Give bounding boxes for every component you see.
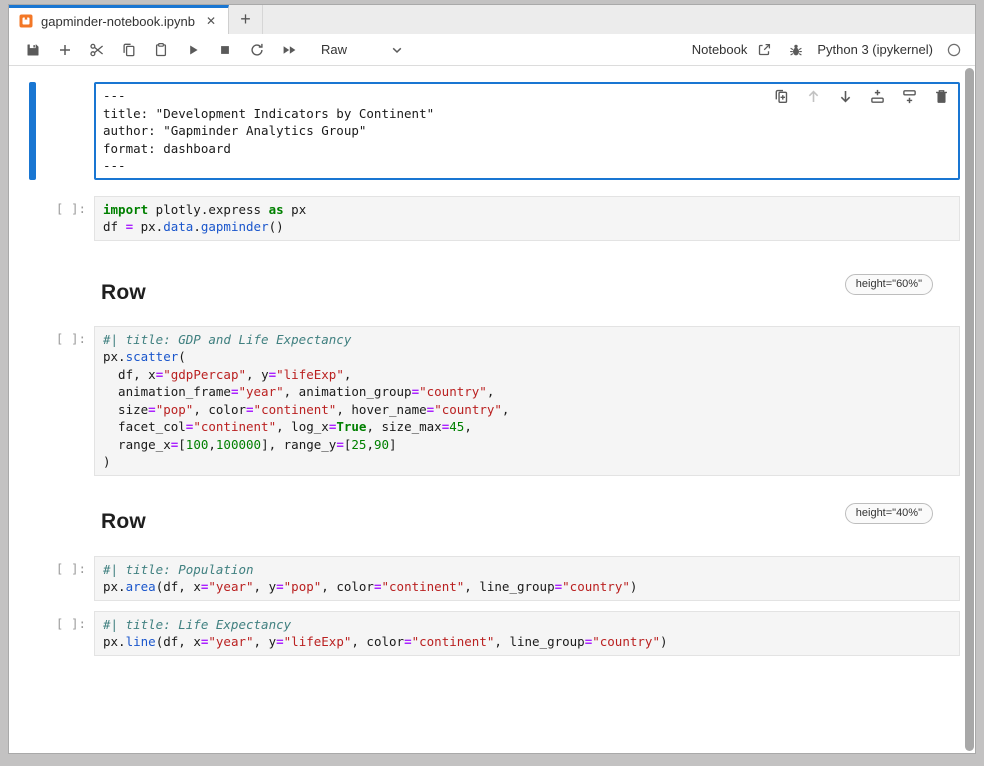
code-line: px.area(df, x="year", y="pop", color="co…: [103, 578, 955, 596]
cut-cells-button[interactable]: [83, 38, 111, 62]
arrow-down-icon: [837, 88, 854, 110]
run-cell-button[interactable]: [179, 38, 207, 62]
restart-icon: [249, 42, 265, 58]
kernel-name[interactable]: Python 3 (ipykernel): [817, 42, 933, 57]
cell-editor[interactable]: --- title: "Development Indicators by Con…: [94, 82, 960, 180]
markdown-cell-rendered: Row height="40%": [101, 503, 933, 534]
stop-icon: [217, 42, 233, 58]
add-icon: [57, 42, 73, 58]
height-attribute-badge: height="60%": [845, 274, 933, 295]
height-attribute-badge: height="40%": [845, 503, 933, 524]
cell-input-prompt: [ ]:: [9, 556, 94, 601]
debugger-bug-icon[interactable]: [785, 39, 807, 61]
code-line: px.scatter(: [103, 348, 955, 366]
move-cell-up-button: [805, 90, 822, 107]
cell-input-prompt: [ ]:: [9, 196, 94, 241]
cell-editor[interactable]: import plotly.express as pxdf = px.data.…: [94, 196, 960, 241]
vertical-scrollbar[interactable]: [964, 66, 975, 753]
move-cell-down-button[interactable]: [837, 90, 854, 107]
cell-editor[interactable]: #| title: Populationpx.area(df, x="year"…: [94, 556, 960, 601]
notebook-file-icon: [18, 13, 34, 29]
duplicate-cell-button[interactable]: [773, 90, 790, 107]
fast-forward-icon: [281, 42, 297, 58]
cell-input-prompt: [9, 82, 94, 180]
kernel-status-icon[interactable]: [943, 39, 965, 61]
code-line: px.line(df, x="year", y="lifeExp", color…: [103, 633, 955, 651]
row-heading: Row: [101, 503, 146, 534]
code-line: #| title: Population: [103, 561, 955, 579]
toolbar-right-group: Notebook Python 3 (ipykernel): [692, 39, 965, 61]
code-line: title: "Development Indicators by Contin…: [103, 105, 954, 123]
cell-toolbar: [773, 90, 950, 107]
code-line: animation_frame="year", animation_group=…: [103, 383, 955, 401]
duplicate-icon: [773, 88, 790, 110]
insert-below-icon: [901, 88, 918, 110]
code-line: facet_col="continent", log_x=True, size_…: [103, 418, 955, 436]
cell-type-dropdown[interactable]: Raw: [321, 42, 405, 58]
trash-icon: [933, 88, 950, 110]
jupyterlab-window: gapminder-notebook.ipynb ✕ + Raw Noteboo…: [8, 4, 976, 754]
run-icon: [185, 42, 201, 58]
paste-cells-button[interactable]: [147, 38, 175, 62]
restart-kernel-button[interactable]: [243, 38, 271, 62]
notebook-toolbar: Raw Notebook Python 3 (ipykernel): [9, 34, 975, 66]
tab-close-icon[interactable]: ✕: [204, 13, 218, 29]
restart-run-all-button[interactable]: [275, 38, 303, 62]
tab-gapminder-notebook[interactable]: gapminder-notebook.ipynb ✕: [9, 5, 229, 34]
code-cell: [ ]:#| title: Populationpx.area(df, x="y…: [9, 556, 960, 601]
chevron-down-icon: [389, 42, 405, 58]
raw-cell: --- title: "Development Indicators by Con…: [9, 82, 960, 180]
paste-icon: [153, 42, 169, 58]
code-cell: [ ]:#| title: Life Expectancypx.line(df,…: [9, 611, 960, 656]
cell-editor[interactable]: #| title: Life Expectancypx.line(df, x="…: [94, 611, 960, 656]
insert-above-icon: [869, 88, 886, 110]
open-in-new-window-button[interactable]: [753, 39, 775, 61]
code-cell: [ ]:#| title: GDP and Life Expectancypx.…: [9, 326, 960, 476]
markdown-cell-rendered: Row height="60%": [101, 274, 933, 305]
copy-icon: [121, 42, 137, 58]
code-line: #| title: GDP and Life Expectancy: [103, 331, 955, 349]
code-line: author: "Gapminder Analytics Group": [103, 122, 954, 140]
save-notebook-button[interactable]: [19, 38, 47, 62]
delete-cell-button[interactable]: [933, 90, 950, 107]
code-line: size="pop", color="continent", hover_nam…: [103, 401, 955, 419]
code-line: format: dashboard: [103, 140, 954, 158]
scrollbar-thumb[interactable]: [965, 68, 974, 751]
arrow-up-icon: [805, 88, 822, 110]
save-icon: [25, 42, 41, 58]
cell-type-value: Raw: [321, 42, 347, 57]
code-line: ---: [103, 157, 954, 175]
insert-cell-below-button[interactable]: [901, 90, 918, 107]
insert-cell-button[interactable]: [51, 38, 79, 62]
cell-input-prompt: [ ]:: [9, 611, 94, 656]
copy-cells-button[interactable]: [115, 38, 143, 62]
interrupt-kernel-button[interactable]: [211, 38, 239, 62]
cell-editor[interactable]: #| title: GDP and Life Expectancypx.scat…: [94, 326, 960, 476]
notebook-mode-label: Notebook: [692, 42, 748, 57]
tab-bar: gapminder-notebook.ipynb ✕ +: [9, 5, 975, 34]
cell-input-prompt: [ ]:: [9, 326, 94, 476]
row-heading: Row: [101, 274, 146, 305]
code-line: df, x="gdpPercap", y="lifeExp",: [103, 366, 955, 384]
code-line: range_x=[100,100000], range_y=[25,90]: [103, 436, 955, 454]
window-frame: gapminder-notebook.ipynb ✕ + Raw Noteboo…: [0, 0, 984, 766]
notebook-panel: --- title: "Development Indicators by Con…: [9, 66, 975, 753]
active-cell-indicator[interactable]: [29, 82, 36, 180]
code-line: df = px.data.gapminder(): [103, 218, 955, 236]
insert-cell-above-button[interactable]: [869, 90, 886, 107]
cut-icon: [89, 42, 105, 58]
new-tab-button[interactable]: +: [229, 5, 263, 34]
code-line: ): [103, 453, 955, 471]
code-line: #| title: Life Expectancy: [103, 616, 955, 634]
tab-title: gapminder-notebook.ipynb: [41, 14, 195, 29]
cells: --- title: "Development Indicators by Con…: [9, 82, 975, 672]
code-cell: [ ]:import plotly.express as pxdf = px.d…: [9, 196, 960, 241]
code-line: import plotly.express as px: [103, 201, 955, 219]
